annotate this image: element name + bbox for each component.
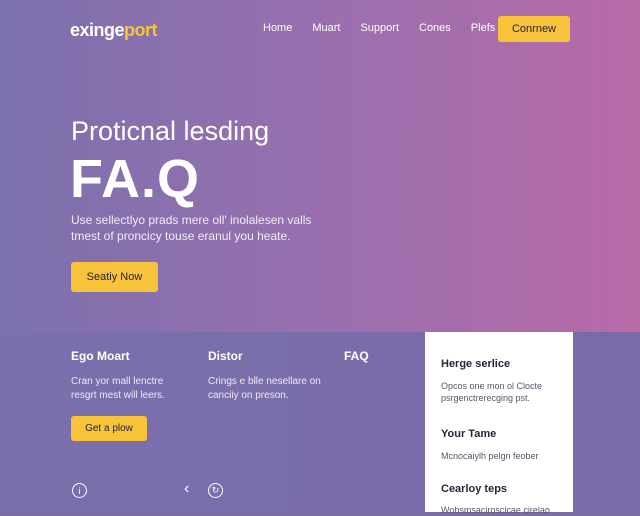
logo-main: exinge	[70, 20, 125, 40]
chevron-left-icon[interactable]: ‹	[184, 480, 189, 498]
panel-title: Your Tame	[441, 428, 497, 440]
feature-text: Crings e blle nesellare on canciiy on pr…	[208, 376, 321, 401]
panel-title: Cearloy teps	[441, 483, 508, 495]
hero-kicker: Proticnal lesding	[71, 116, 270, 146]
logo[interactable]: exingeport	[70, 20, 158, 41]
info-icon[interactable]: i	[72, 483, 87, 498]
settings-icon[interactable]: ↻	[208, 483, 223, 498]
hero-cta-button[interactable]: Seatiy Now	[71, 262, 158, 292]
hero-title: FA.Q	[70, 149, 201, 209]
panel-text: Wohsmsaciroscicae cirelao	[441, 505, 550, 515]
nav-link-support[interactable]: Support	[360, 22, 399, 34]
header-cta-button[interactable]: Conrnew	[498, 16, 570, 42]
panel-title: Herge serlice	[441, 358, 511, 370]
nav-link-muart[interactable]: Muart	[312, 22, 340, 34]
main-nav: Home Muart Support Cones Plefs	[263, 22, 515, 34]
feature-title: Ego Moart	[71, 349, 130, 363]
feature-title: FAQ	[344, 349, 369, 363]
hero-description: Use sellectlyo prads mere oll' inolalese…	[71, 213, 312, 243]
get-plow-button[interactable]: Get a plow	[71, 416, 147, 441]
panel-text: Mcnocaiylh pelgn feober	[441, 451, 539, 461]
feature-title: Distor	[208, 349, 243, 363]
side-panel: Herge serlice Opcos one mon ol Clocte ps…	[425, 332, 573, 515]
nav-link-home[interactable]: Home	[263, 22, 292, 34]
nav-link-cones[interactable]: Cones	[419, 22, 451, 34]
feature-text: Cran yor mall lenctre resgrt mest will l…	[71, 376, 165, 401]
logo-accent: port	[124, 20, 158, 40]
panel-text: Opcos one mon ol Clocte psrgenctrerecgin…	[441, 381, 543, 403]
nav-link-plefs[interactable]: Plefs	[471, 22, 495, 34]
